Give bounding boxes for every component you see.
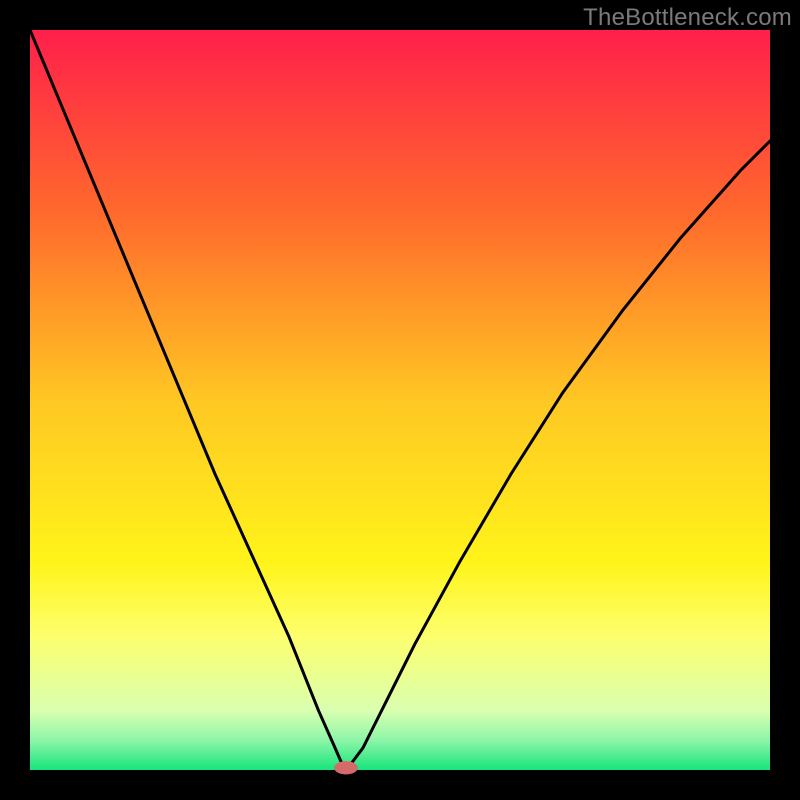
chart-frame: TheBottleneck.com (0, 0, 800, 800)
bottleneck-chart (0, 0, 800, 800)
watermark-label: TheBottleneck.com (583, 4, 792, 32)
optimal-point-marker (334, 761, 358, 774)
chart-plot-bg (30, 30, 770, 770)
